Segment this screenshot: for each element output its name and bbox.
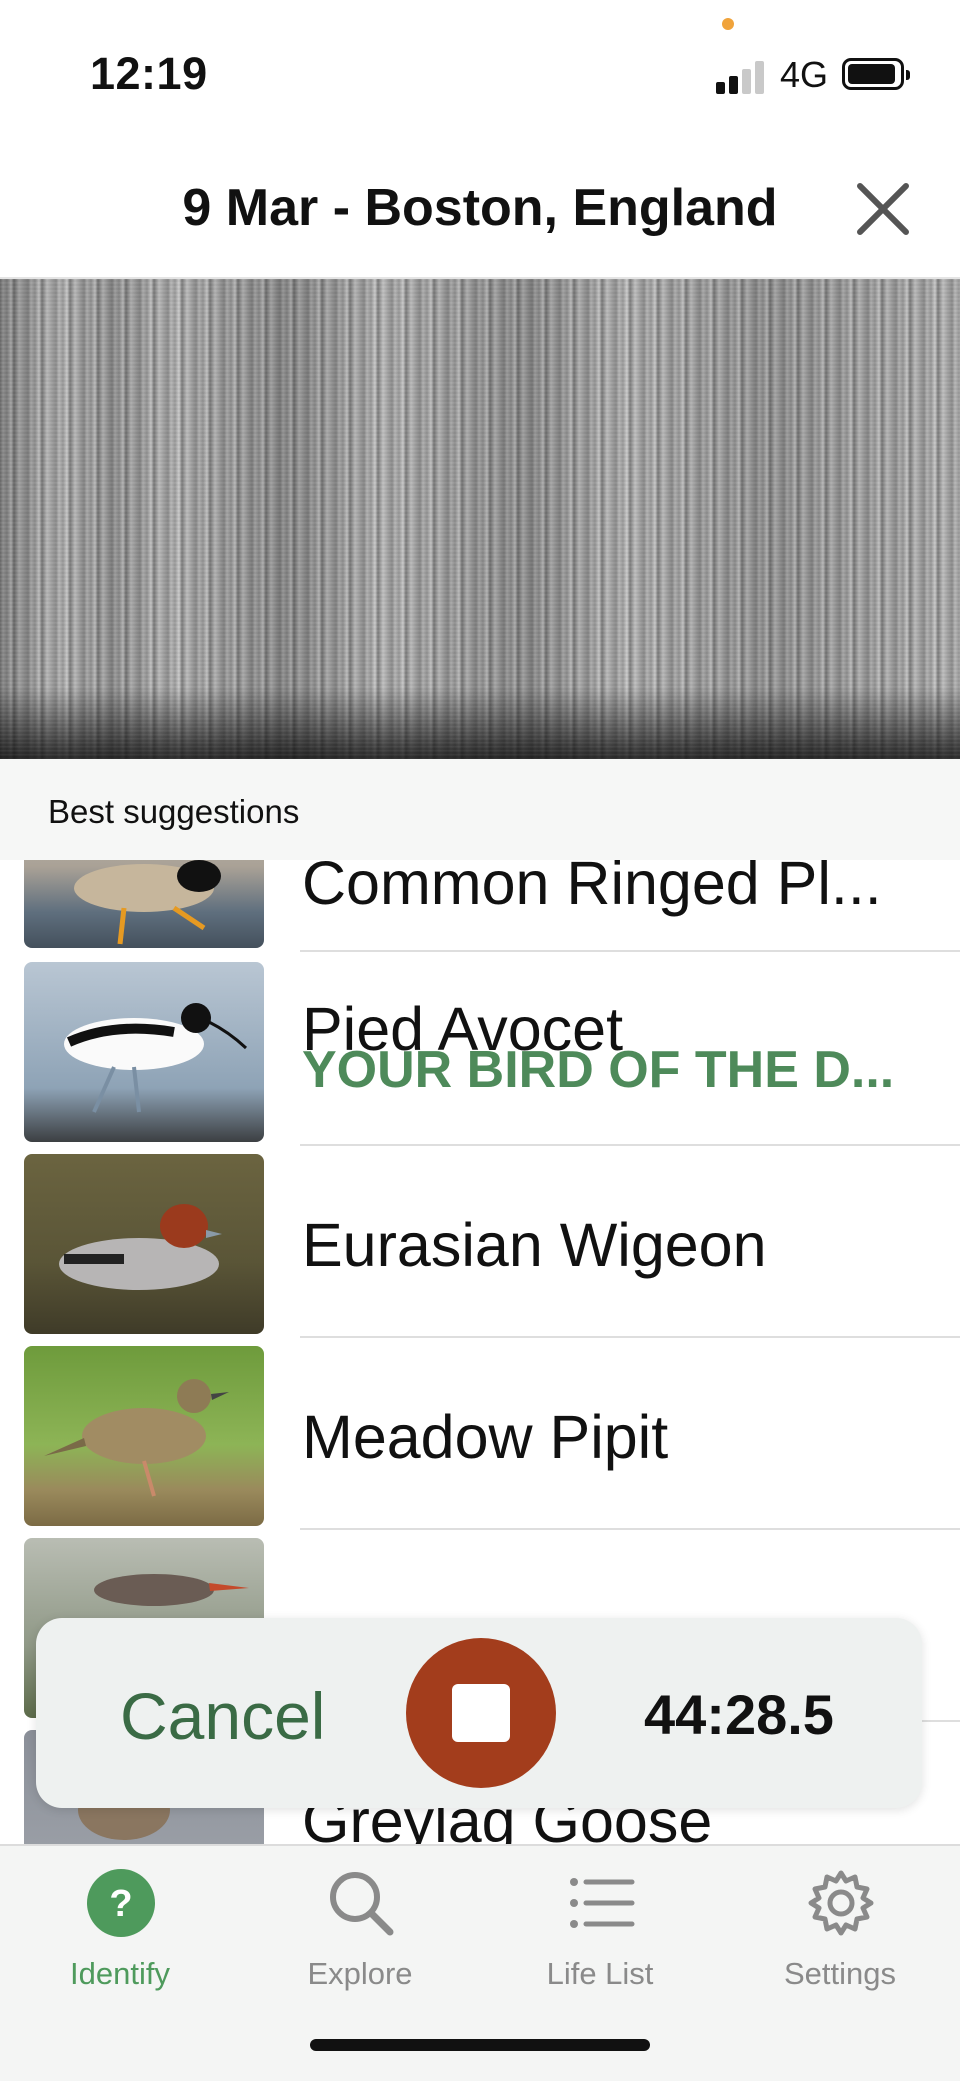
list-item[interactable]: Common Ringed Pl... [0,860,960,952]
status-bar: 12:19 4G [0,0,960,140]
bird-photo [24,1346,264,1526]
close-icon [857,183,909,235]
mic-indicator-dot [722,18,734,30]
list-item[interactable]: Pied Avocet YOUR BIRD OF THE D... [0,954,960,1146]
gear-icon [808,1870,874,1936]
recording-controls: Cancel 44:28.5 [36,1618,922,1808]
spectrogram [0,279,960,759]
tab-label: Life List [546,1956,654,1991]
header: 9 Mar - Boston, England [0,140,960,279]
list-icon [570,1878,635,1928]
signal-icon [716,60,768,94]
bird-photo [24,860,264,948]
bird-photo [24,1154,264,1334]
stop-icon [452,1684,510,1742]
bird-name: Common Ringed Pl... [302,860,882,917]
stop-recording-button[interactable] [406,1638,556,1788]
tab-label: Identify [70,1956,170,1991]
battery-icon [842,58,910,90]
suggestions-label: Best suggestions [48,793,300,830]
recording-timer: 44:28.5 [644,1683,834,1746]
list-item[interactable]: Meadow Pipit [0,1338,960,1530]
tab-life-list[interactable]: Life List [480,1846,720,2006]
tab-identify[interactable]: ? Identify [0,1846,240,2006]
question-icon: ? [87,1869,155,1937]
page-title: 9 Mar - Boston, England [182,179,778,237]
bird-name: Eurasian Wigeon [302,1211,767,1279]
search-icon [330,1872,394,1936]
bird-name: Meadow Pipit [302,1403,669,1471]
home-indicator[interactable] [310,2039,650,2051]
tab-settings[interactable]: Settings [720,1846,960,2006]
tab-explore[interactable]: Explore [240,1846,480,2006]
tab-label: Settings [783,1956,896,1991]
suggestions-header: Best suggestions [0,759,960,860]
svg-text:?: ? [109,1883,132,1925]
list-item[interactable]: Eurasian Wigeon [0,1146,960,1338]
tab-label: Explore [307,1956,413,1991]
bird-photo [24,962,264,1142]
status-time: 12:19 [90,48,208,99]
close-button[interactable] [852,178,914,240]
bird-of-the-day-badge: YOUR BIRD OF THE D... [302,1041,895,1099]
network-type: 4G [780,54,829,95]
cancel-button[interactable]: Cancel [120,1678,325,1754]
